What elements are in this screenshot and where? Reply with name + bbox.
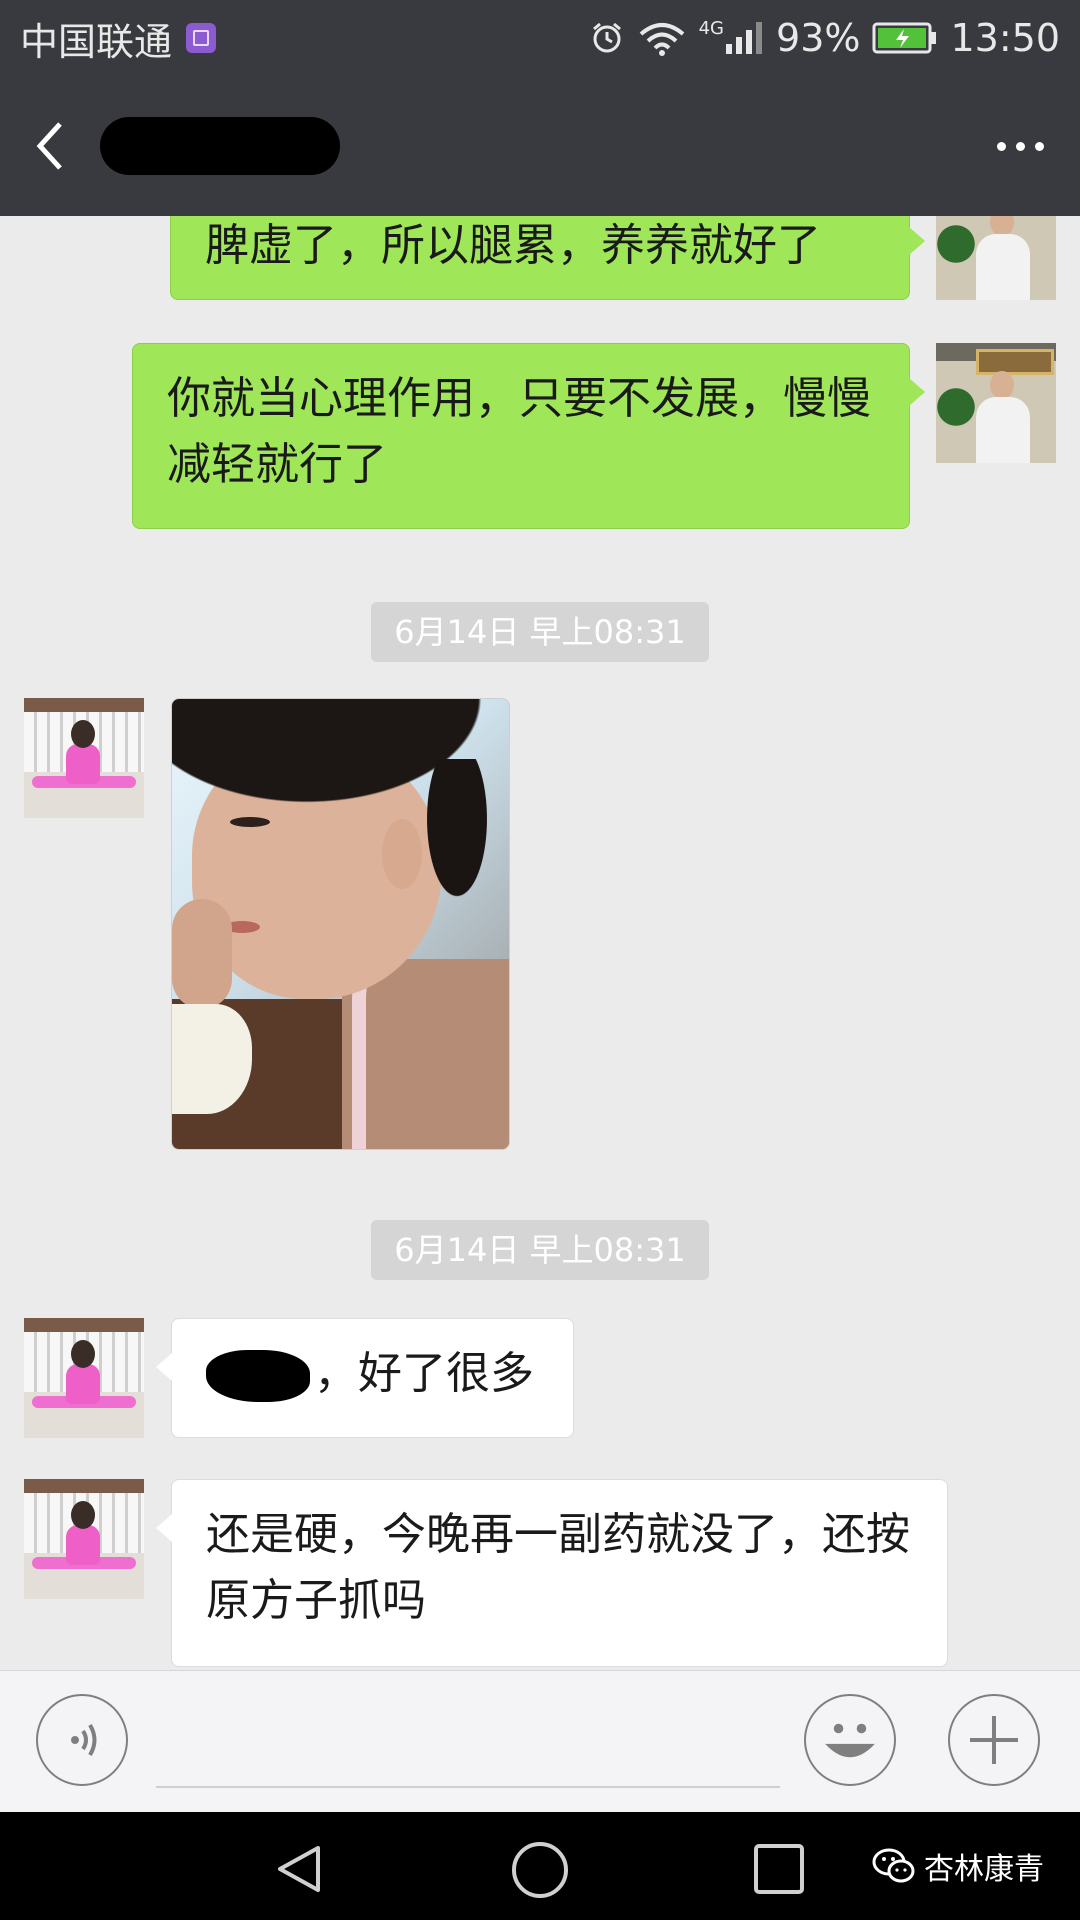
more-options-button[interactable] [997, 116, 1044, 176]
system-nav-bar: 杏林康青 [0, 1812, 1080, 1920]
gallery-notification-icon [186, 23, 217, 53]
signal-icon [726, 22, 763, 54]
message-bubble-outgoing[interactable]: 你就当心理作用，只要不发展，慢慢减轻就行了 [132, 343, 925, 529]
plus-icon [970, 1716, 1018, 1764]
chevron-left-icon [36, 122, 62, 170]
wifi-icon [639, 23, 684, 56]
avatar-self[interactable] [936, 343, 1056, 463]
message-image[interactable] [171, 698, 510, 1150]
message-text: 脾虚了，所以腿累，养养就好了 [205, 220, 821, 271]
more-functions-button[interactable] [948, 1694, 1040, 1786]
nav-back-icon[interactable] [272, 1842, 326, 1896]
back-button[interactable] [0, 76, 100, 216]
avatar-contact[interactable] [24, 698, 144, 818]
voice-input-button[interactable] [36, 1694, 128, 1786]
message-text-input[interactable] [156, 1786, 780, 1788]
emoji-icon [825, 1723, 875, 1758]
nav-home-icon[interactable] [510, 1840, 570, 1900]
contact-name-redacted [100, 117, 340, 175]
carrier-name: 中国联通 [20, 19, 173, 64]
emoji-button[interactable] [804, 1694, 896, 1786]
message-text: 你就当心理作用，只要不发展，慢慢减轻就行了 [167, 373, 871, 490]
clock-time: 13:50 [950, 16, 1060, 60]
chat-title-bar [0, 76, 1080, 216]
message-bubble-incoming[interactable]: ，好了很多 [156, 1318, 574, 1438]
wechat-chat-screen: 中国联通 4G 93% 13:50 脾虚了，所以腿累，养养就好了 你就当心理作用… [0, 0, 1080, 1920]
battery-charging-icon [872, 22, 937, 54]
message-bubble-outgoing[interactable]: 脾虚了，所以腿累，养养就好了 [170, 216, 925, 300]
message-input-bar [0, 1670, 1080, 1813]
watermark-text: 杏林康青 [924, 1852, 1044, 1887]
voice-icon [71, 1723, 97, 1757]
nav-recents-icon[interactable] [752, 1842, 806, 1896]
ellipsis-icon [997, 141, 1006, 151]
wechat-icon [872, 1848, 915, 1883]
avatar-contact[interactable] [24, 1479, 144, 1599]
network-type: 4G [698, 17, 725, 39]
timestamp-divider: 6月14日 早上08:31 [371, 602, 709, 662]
avatar-contact[interactable] [24, 1318, 144, 1438]
message-list[interactable]: 脾虚了，所以腿累，养养就好了 你就当心理作用，只要不发展，慢慢减轻就行了 6月1… [0, 216, 1080, 1670]
message-bubble-incoming[interactable]: 还是硬，今晚再一副药就没了，还按原方子抓吗 [156, 1479, 948, 1667]
timestamp-divider: 6月14日 早上08:31 [371, 1220, 709, 1280]
alarm-icon [592, 22, 621, 53]
redacted-text [206, 1350, 310, 1402]
battery-percent: 93% [776, 16, 861, 60]
message-text: ，好了很多 [314, 1348, 534, 1399]
status-indicators: 4G 93% 13:50 [589, 16, 1060, 60]
watermark: 杏林康青 [872, 1844, 1044, 1888]
message-text: 还是硬，今晚再一副药就没了，还按原方子抓吗 [206, 1509, 910, 1626]
status-bar: 中国联通 4G 93% 13:50 [0, 0, 1080, 76]
avatar-self[interactable] [936, 216, 1056, 300]
